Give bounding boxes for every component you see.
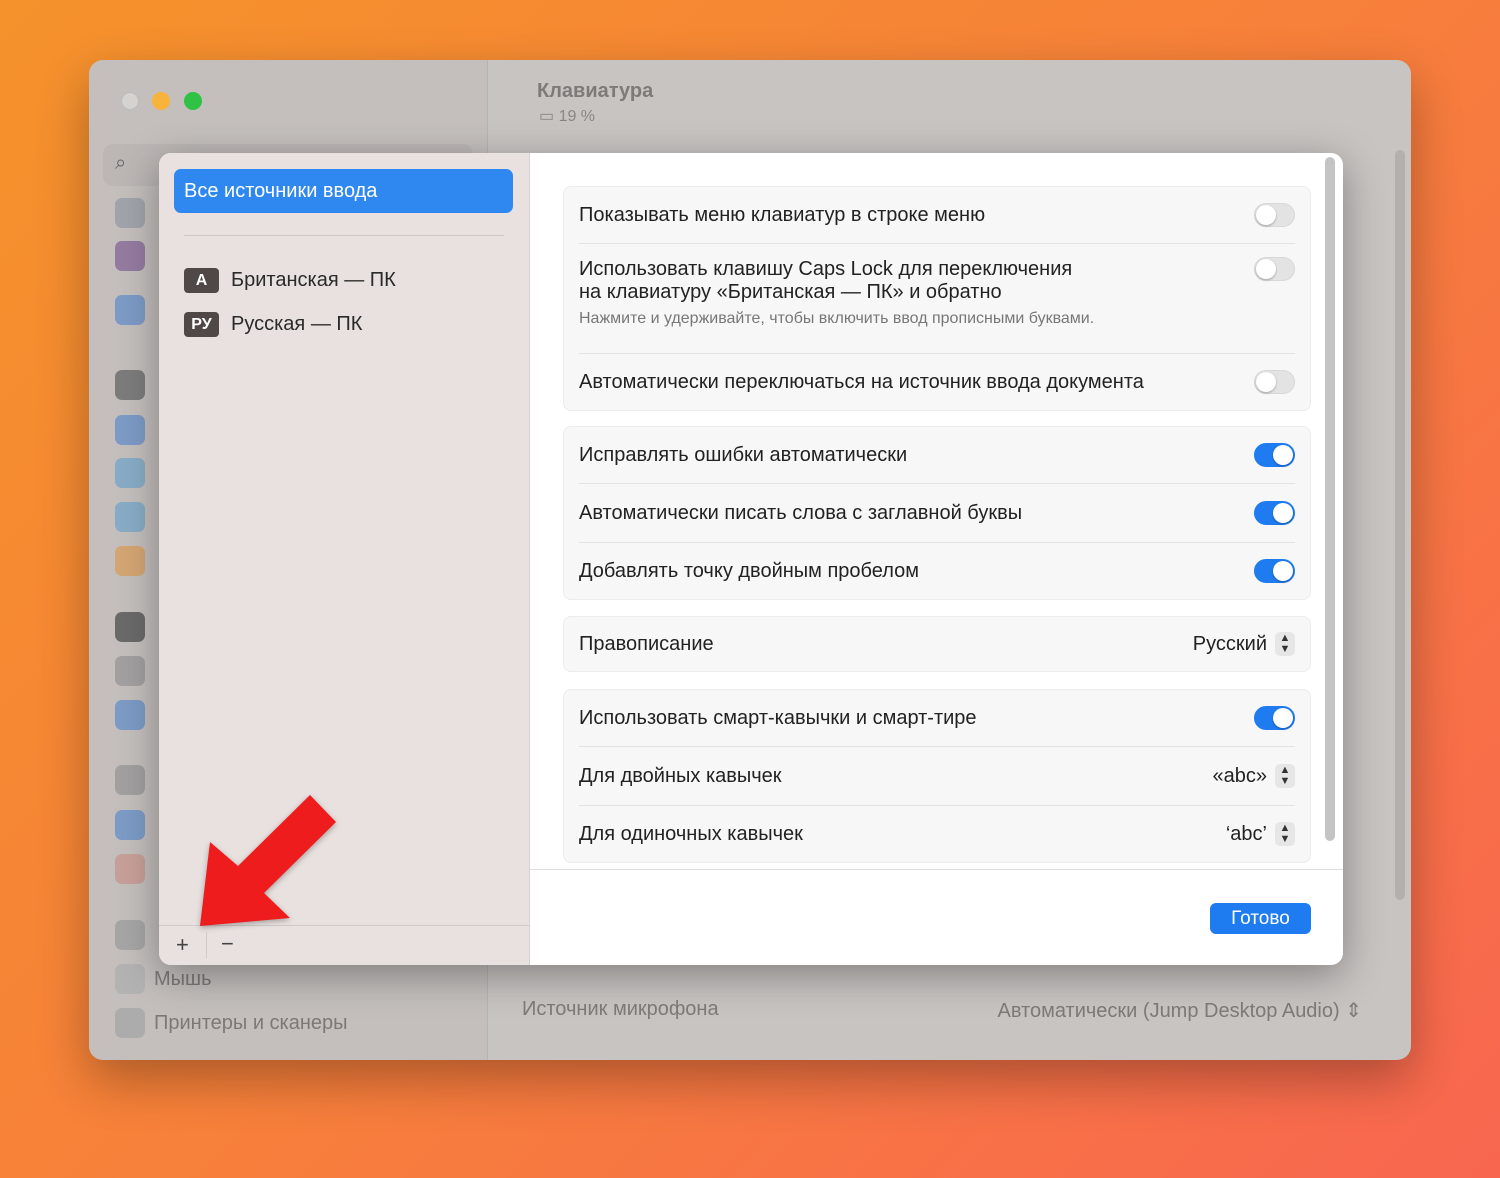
red-arrow-annotation bbox=[200, 795, 336, 926]
arrow-icon bbox=[200, 795, 336, 926]
